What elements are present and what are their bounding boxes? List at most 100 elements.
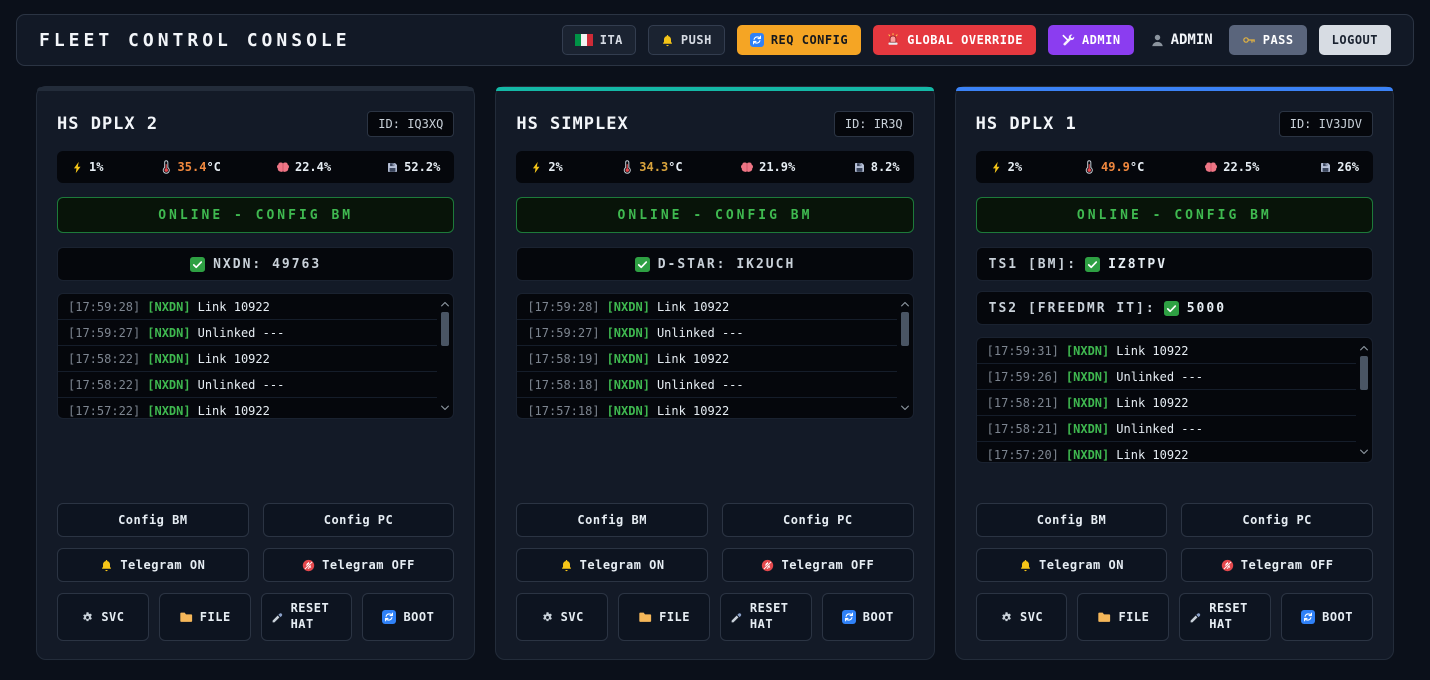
device-card-hs-dplx-2: HS DPLX 2 ID: IQ3XQ 1% 35.4°C 22.4% 52.2… bbox=[36, 86, 475, 660]
telegram-on-button[interactable]: Telegram ON bbox=[976, 548, 1168, 582]
log-timestamp: [17:57:18] bbox=[527, 404, 599, 418]
scroll-up-icon[interactable] bbox=[439, 298, 451, 310]
log-timestamp: [17:59:27] bbox=[68, 326, 140, 340]
scrollbar-thumb[interactable] bbox=[441, 312, 449, 346]
stats-bar: 2% 49.9°C 22.5% 26% bbox=[976, 151, 1373, 183]
device-card-hs-simplex: HS SIMPLEX ID: IR3Q 2% 34.3°C 21.9% 8.2%… bbox=[495, 86, 934, 660]
log-row: [17:59:31][NXDN]Link 10922 bbox=[977, 338, 1356, 364]
log-timestamp: [17:59:28] bbox=[68, 300, 140, 314]
log-message: Link 10922 bbox=[657, 404, 729, 418]
file-button[interactable]: FILE bbox=[159, 593, 251, 641]
bell-icon bbox=[560, 559, 573, 572]
log-scrollbar[interactable] bbox=[439, 296, 451, 416]
boot-button[interactable]: BOOT bbox=[1281, 593, 1373, 641]
cpu-stat: 2% bbox=[530, 160, 562, 174]
log-timestamp: [17:58:22] bbox=[68, 378, 140, 392]
svc-button[interactable]: SVC bbox=[976, 593, 1068, 641]
file-button[interactable]: FILE bbox=[618, 593, 710, 641]
log-tag: [NXDN] bbox=[1066, 396, 1109, 410]
scroll-up-icon[interactable] bbox=[899, 298, 911, 310]
scroll-up-icon[interactable] bbox=[1358, 342, 1370, 354]
scrollbar-thumb[interactable] bbox=[1360, 356, 1368, 390]
thermometer-icon bbox=[1082, 160, 1096, 174]
log-tag: [NXDN] bbox=[607, 326, 650, 340]
pass-button[interactable]: PASS bbox=[1229, 25, 1307, 55]
global-override-button[interactable]: GLOBAL OVERRIDE bbox=[873, 25, 1036, 55]
device-id-badge: ID: IR3Q bbox=[834, 111, 914, 137]
log-tag: [NXDN] bbox=[147, 326, 190, 340]
config-bm-button[interactable]: Config BM bbox=[976, 503, 1168, 537]
log-message: Link 10922 bbox=[1116, 448, 1188, 462]
scrollbar-thumb[interactable] bbox=[901, 312, 909, 346]
siren-icon bbox=[886, 33, 900, 47]
reset-hat-button[interactable]: RESET HAT bbox=[720, 593, 812, 641]
telegram-off-button[interactable]: Telegram OFF bbox=[1181, 548, 1373, 582]
telegram-off-button[interactable]: Telegram OFF bbox=[263, 548, 455, 582]
lightning-icon bbox=[530, 161, 543, 174]
thermometer-icon bbox=[620, 160, 634, 174]
bell-icon bbox=[661, 34, 674, 47]
config-bm-button[interactable]: Config BM bbox=[516, 503, 708, 537]
mode-row: NXDN: 49763 bbox=[57, 247, 454, 281]
admin-button[interactable]: ADMIN bbox=[1048, 25, 1134, 55]
device-id-badge: ID: IQ3XQ bbox=[367, 111, 454, 137]
log-tag: [NXDN] bbox=[1066, 370, 1109, 384]
config-pc-button[interactable]: Config PC bbox=[1181, 503, 1373, 537]
log-panel[interactable]: [17:59:28][NXDN]Link 10922 [17:59:27][NX… bbox=[516, 293, 913, 419]
log-timestamp: [17:59:27] bbox=[527, 326, 599, 340]
boot-sync-icon bbox=[842, 610, 856, 624]
push-button[interactable]: PUSH bbox=[648, 25, 725, 55]
log-timestamp: [17:57:22] bbox=[68, 404, 140, 418]
file-button[interactable]: FILE bbox=[1077, 593, 1169, 641]
boot-button[interactable]: BOOT bbox=[822, 593, 914, 641]
log-scrollbar[interactable] bbox=[899, 296, 911, 416]
reset-hat-button[interactable]: RESET HAT bbox=[261, 593, 353, 641]
brain-icon bbox=[276, 160, 290, 174]
app-header: FLEET CONTROL CONSOLE ITA PUSH REQ CONFI… bbox=[16, 14, 1414, 66]
temp-stat: 49.9°C bbox=[1082, 160, 1144, 174]
scroll-down-icon[interactable] bbox=[899, 402, 911, 414]
app-title: FLEET CONTROL CONSOLE bbox=[39, 30, 351, 51]
temp-stat: 35.4°C bbox=[159, 160, 221, 174]
config-bm-button[interactable]: Config BM bbox=[57, 503, 249, 537]
current-user: ADMIN bbox=[1146, 32, 1217, 48]
telegram-on-button[interactable]: Telegram ON bbox=[57, 548, 249, 582]
config-pc-button[interactable]: Config PC bbox=[263, 503, 455, 537]
status-badge: ONLINE - CONFIG BM bbox=[976, 197, 1373, 233]
log-message: Unlinked --- bbox=[198, 326, 285, 340]
svc-button[interactable]: SVC bbox=[516, 593, 608, 641]
stats-bar: 1% 35.4°C 22.4% 52.2% bbox=[57, 151, 454, 183]
boot-button[interactable]: BOOT bbox=[362, 593, 454, 641]
gear-icon bbox=[541, 611, 554, 624]
req-config-button[interactable]: REQ CONFIG bbox=[737, 25, 861, 55]
scroll-down-icon[interactable] bbox=[439, 402, 451, 414]
log-message: Link 10922 bbox=[1116, 396, 1188, 410]
log-message: Link 10922 bbox=[198, 352, 270, 366]
card-accent-bar bbox=[37, 87, 474, 91]
config-pc-button[interactable]: Config PC bbox=[722, 503, 914, 537]
log-message: Link 10922 bbox=[1116, 344, 1188, 358]
floppy-icon bbox=[853, 161, 866, 174]
log-row: [17:58:18][NXDN]Unlinked --- bbox=[517, 372, 896, 398]
card-title: HS SIMPLEX bbox=[516, 114, 628, 134]
log-message: Link 10922 bbox=[198, 300, 270, 314]
telegram-off-button[interactable]: Telegram OFF bbox=[722, 548, 914, 582]
telegram-on-button[interactable]: Telegram ON bbox=[516, 548, 708, 582]
log-tag: [NXDN] bbox=[607, 300, 650, 314]
ram-stat: 22.4% bbox=[276, 160, 331, 174]
log-panel[interactable]: [17:59:28][NXDN]Link 10922 [17:59:27][NX… bbox=[57, 293, 454, 419]
stats-bar: 2% 34.3°C 21.9% 8.2% bbox=[516, 151, 913, 183]
logout-button[interactable]: LOGOUT bbox=[1319, 25, 1391, 55]
log-row: [17:57:18][NXDN]Link 10922 bbox=[517, 398, 896, 419]
lightning-icon bbox=[71, 161, 84, 174]
log-panel[interactable]: [17:59:31][NXDN]Link 10922 [17:59:26][NX… bbox=[976, 337, 1373, 463]
scroll-down-icon[interactable] bbox=[1358, 446, 1370, 458]
ram-stat: 22.5% bbox=[1204, 160, 1259, 174]
log-scrollbar[interactable] bbox=[1358, 340, 1370, 460]
svc-button[interactable]: SVC bbox=[57, 593, 149, 641]
disk-stat: 8.2% bbox=[853, 160, 900, 174]
card-accent-bar bbox=[496, 87, 933, 91]
reset-hat-button[interactable]: RESET HAT bbox=[1179, 593, 1271, 641]
language-button[interactable]: ITA bbox=[562, 25, 636, 55]
card-accent-bar bbox=[956, 87, 1393, 91]
